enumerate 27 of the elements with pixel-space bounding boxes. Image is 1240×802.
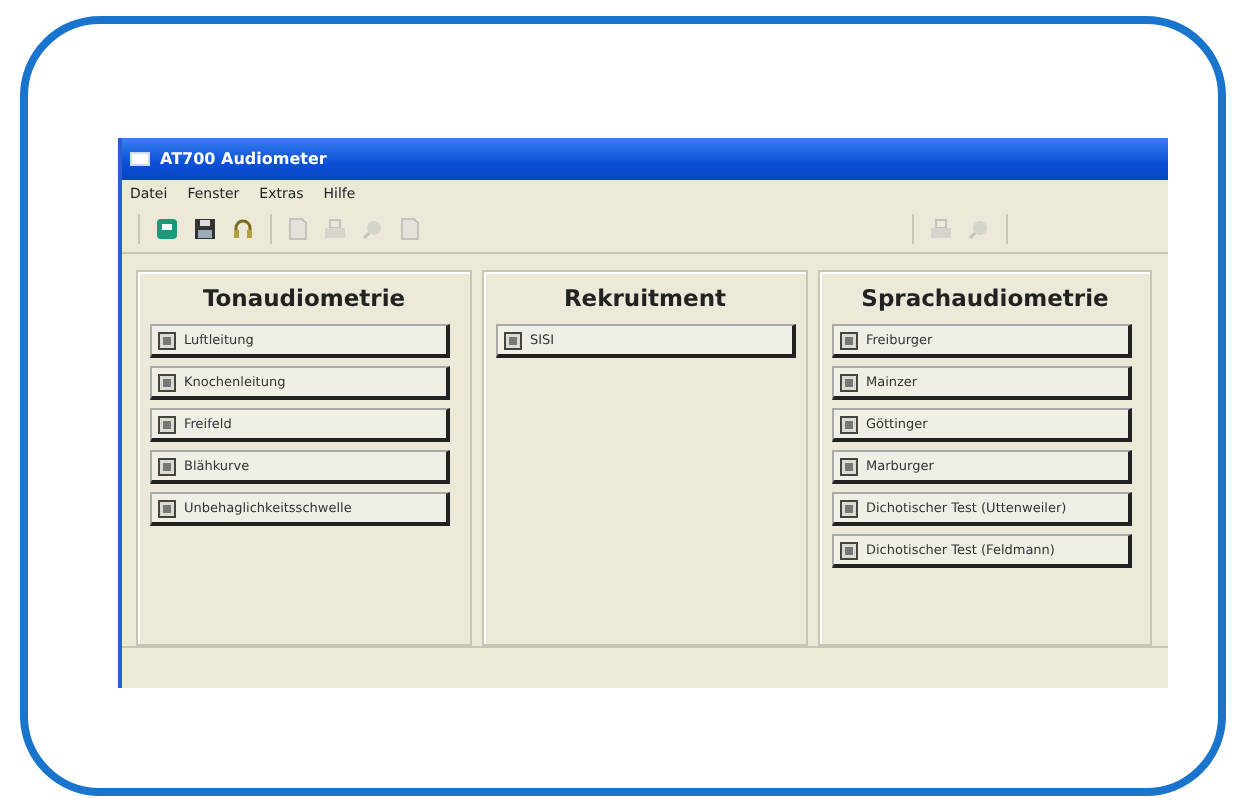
test-icon <box>840 499 858 517</box>
panel-title: Rekruitment <box>561 284 729 312</box>
printer-icon <box>930 217 952 239</box>
panel-title: Tonaudiometrie <box>200 284 408 312</box>
window-title: AT700 Audiometer <box>160 150 327 168</box>
magnifier-icon <box>968 217 990 239</box>
test-icon <box>840 331 858 349</box>
headphones-icon <box>232 217 254 239</box>
test-icon <box>840 541 858 559</box>
panel-title: Sprachaudiometrie <box>859 284 1111 312</box>
test-icon <box>158 331 176 349</box>
toolbar-button[interactable] <box>190 213 220 243</box>
page-icon <box>400 217 420 239</box>
printer-icon <box>324 217 346 239</box>
floppy-icon <box>194 217 216 239</box>
test-icon <box>158 499 176 517</box>
test-icon <box>158 457 176 475</box>
magnifier-icon <box>362 217 384 239</box>
window-icon <box>130 151 150 167</box>
monitor-icon <box>156 217 178 239</box>
page-icon <box>288 217 308 239</box>
test-icon <box>840 415 858 433</box>
test-icon <box>158 373 176 391</box>
test-icon <box>158 415 176 433</box>
test-icon <box>840 373 858 391</box>
test-icon <box>504 331 522 349</box>
test-icon <box>840 457 858 475</box>
